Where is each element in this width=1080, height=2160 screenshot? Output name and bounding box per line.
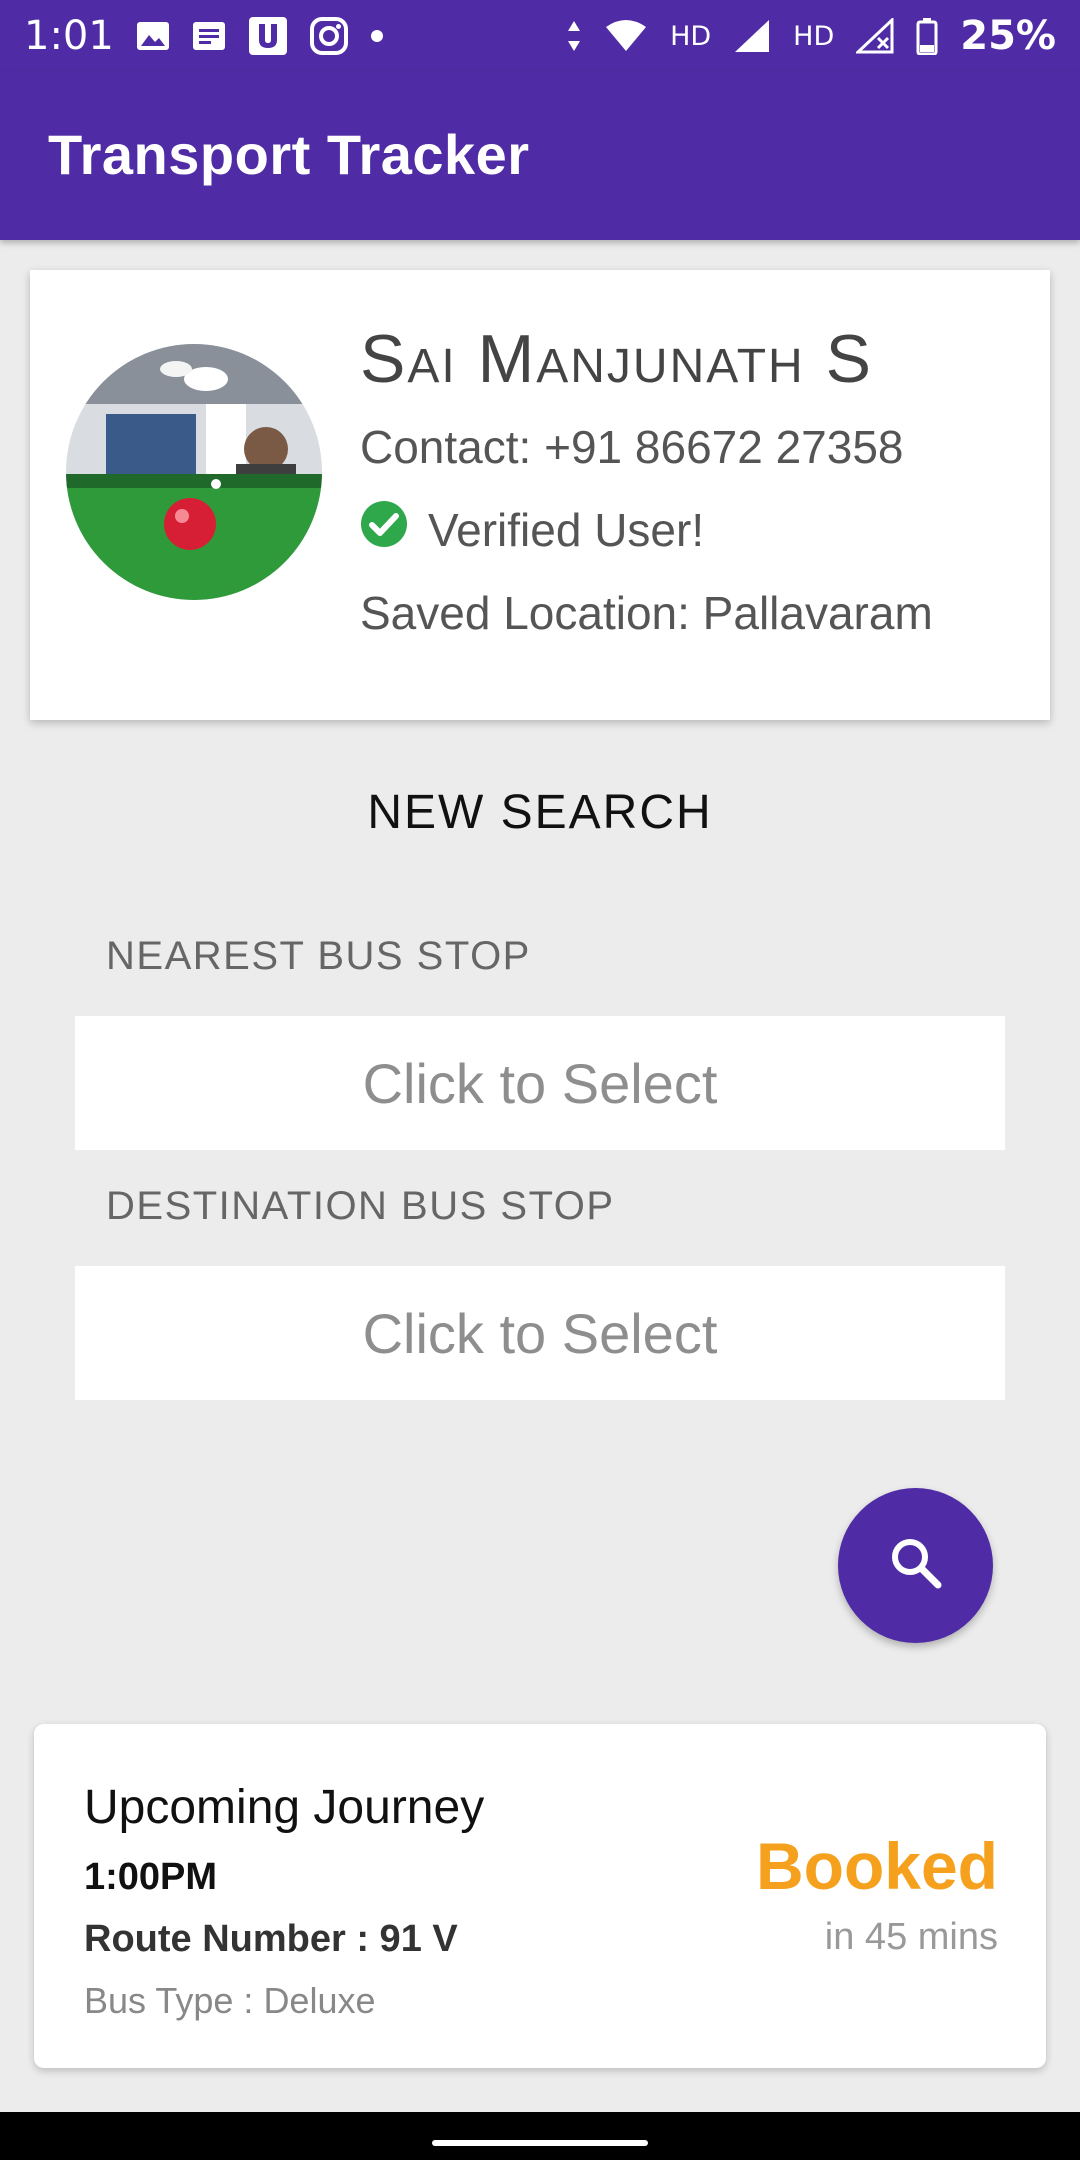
journey-title: Upcoming Journey [84, 1781, 485, 1834]
profile-name: Sai Manjunath S [360, 321, 873, 397]
profile-contact: Contact: +91 86672 27358 [360, 421, 904, 473]
hd-label-2: HD [793, 20, 835, 52]
nearest-bus-stop-label: NEAREST BUS STOP [106, 934, 531, 978]
battery-percent: 25% [960, 13, 1056, 59]
status-time: 1:01 [24, 13, 114, 59]
journey-time: 1:00PM [84, 1856, 218, 1898]
image-icon [136, 21, 170, 51]
verified-check-icon [360, 500, 408, 559]
signal-x-icon [856, 18, 894, 54]
new-search-title: NEW SEARCH [367, 786, 713, 839]
battery-icon [916, 17, 938, 55]
app-bar: Transport Tracker [0, 72, 1080, 240]
signal-icon [733, 18, 771, 54]
destination-bus-stop-select[interactable]: Click to Select [75, 1266, 1005, 1400]
data-arrows-icon [566, 19, 582, 53]
upcoming-journey-card[interactable]: Upcoming Journey 1:00PM Route Number : 9… [34, 1724, 1046, 2068]
status-bar-right: HD HD 25% [566, 13, 1056, 59]
search-icon [886, 1533, 946, 1598]
home-gesture-handle[interactable] [432, 2140, 648, 2146]
navigation-bar [0, 2112, 1080, 2160]
journey-eta: in 45 mins [824, 1916, 998, 1958]
avatar[interactable] [66, 344, 322, 600]
u-app-icon [248, 16, 288, 56]
verified-row: Verified User! [360, 500, 704, 559]
instagram-icon [309, 17, 348, 55]
search-button[interactable] [838, 1488, 993, 1643]
journey-bus-type: Bus Type : Deluxe [84, 1980, 376, 2021]
verified-label: Verified User! [428, 503, 705, 556]
destination-bus-stop-label: DESTINATION BUS STOP [106, 1184, 615, 1228]
journey-status: Booked [755, 1829, 998, 1903]
profile-card: Sai Manjunath S Contact: +91 86672 27358… [30, 270, 1050, 720]
dot-icon [370, 29, 384, 43]
journey-route: Route Number : 91 V [84, 1918, 458, 1960]
profile-location: Saved Location: Pallavaram [360, 587, 933, 639]
message-icon [192, 21, 226, 51]
status-bar: 1:01 HD HD 25% [0, 0, 1080, 72]
status-bar-left: 1:01 [24, 13, 384, 59]
hd-label-1: HD [670, 20, 712, 52]
app-title: Transport Tracker [48, 123, 530, 186]
nearest-bus-stop-select[interactable]: Click to Select [75, 1016, 1005, 1150]
wifi-icon [604, 19, 648, 53]
